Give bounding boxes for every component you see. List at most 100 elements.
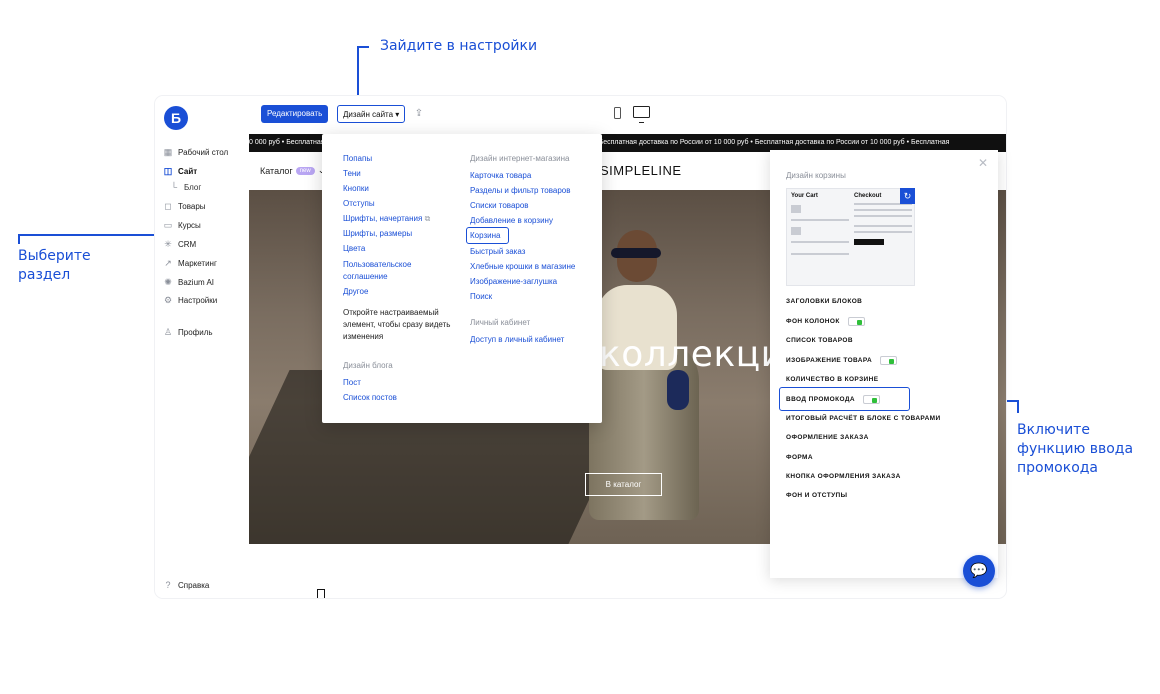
hero-model-glasses xyxy=(611,248,661,258)
sidebar-item-label: Товары xyxy=(178,201,206,211)
thumb-line xyxy=(854,215,912,217)
menu-item-label: Шрифты, начертания xyxy=(343,214,423,223)
annotation-line xyxy=(18,234,20,244)
setting-label: КОЛИЧЕСТВО В КОРЗИНЕ xyxy=(786,376,879,383)
new-badge: new xyxy=(295,166,315,175)
setting-label: СПИСОК ТОВАРОВ xyxy=(786,337,853,344)
menu-item-sections-filter[interactable]: Разделы и фильтр товаров xyxy=(470,186,570,196)
account-heading: Личный кабинет xyxy=(470,318,531,327)
menu-item-other[interactable]: Другое xyxy=(343,287,368,297)
sidebar-item-label: Рабочий стол xyxy=(178,147,229,157)
setting-label: ЗАГОЛОВКИ БЛОКОВ xyxy=(786,298,863,305)
sidebar: Б ▦ Рабочий стол ◫ Сайт └ Блог ◻ Товары … xyxy=(155,96,249,598)
sidebar-item-help[interactable]: ? Справка xyxy=(163,580,209,590)
toggle-switch[interactable] xyxy=(880,356,898,365)
menu-item-margins[interactable]: Отступы xyxy=(343,199,375,209)
close-icon[interactable]: ✕ xyxy=(978,156,988,170)
logo[interactable]: Б xyxy=(164,106,188,130)
setting-background-spacing[interactable]: ФОН И ОТСТУПЫ xyxy=(786,492,847,499)
setting-label: ФОРМА xyxy=(786,454,813,461)
setting-checkout-button[interactable]: КНОПКА ОФОРМЛЕНИЯ ЗАКАЗА xyxy=(786,473,901,480)
setting-product-image[interactable]: ИЗОБРАЖЕНИЕ ТОВАРА xyxy=(786,356,898,365)
sidebar-item-marketing[interactable]: ↗ Маркетинг xyxy=(163,258,217,268)
menu-item-breadcrumbs[interactable]: Хлебные крошки в магазине xyxy=(470,262,575,272)
catalog-label: Каталог xyxy=(260,165,293,176)
setting-checkout[interactable]: ОФОРМЛЕНИЕ ЗАКАЗА xyxy=(786,434,869,441)
menu-item-quick-order[interactable]: Быстрый заказ xyxy=(470,247,525,257)
layout-icon: ◫ xyxy=(163,166,173,176)
menu-item-font-styles[interactable]: Шрифты, начертания ⧉ xyxy=(343,214,430,224)
setting-cart-quantity[interactable]: КОЛИЧЕСТВО В КОРЗИНЕ xyxy=(786,376,878,383)
gear-icon: ⚙ xyxy=(163,295,173,305)
chat-icon: 💬 xyxy=(970,562,988,578)
menu-item-placeholder-image[interactable]: Изображение-заглушка xyxy=(470,277,557,287)
thumb-button xyxy=(854,239,884,245)
site-design-dropdown[interactable]: Дизайн сайта ▾ xyxy=(337,105,406,123)
site-design-menu: Попапы Тени Кнопки Отступы Шрифты, начер… xyxy=(322,134,602,423)
catalog-menu[interactable]: Каталог new ⌄ xyxy=(260,165,325,176)
sidebar-item-settings[interactable]: ⚙ Настройки xyxy=(163,295,217,305)
thumb-line xyxy=(791,253,849,255)
bag-icon: ◻ xyxy=(164,201,172,211)
sparkle-icon: ✺ xyxy=(164,277,172,287)
edit-button[interactable]: Редактировать xyxy=(261,105,329,123)
catalog-button[interactable]: В каталог xyxy=(585,473,662,496)
menu-item-colors[interactable]: Цвета xyxy=(343,244,365,254)
menu-hint: Откройте настраиваемый элемент, чтобы ср… xyxy=(343,308,451,341)
setting-block-headings[interactable]: ЗАГОЛОВКИ БЛОКОВ xyxy=(786,298,862,305)
menu-item-popups[interactable]: Попапы xyxy=(343,154,372,164)
cart-preview-thumbnail: Your Cart Checkout xyxy=(786,188,915,286)
sidebar-item-site[interactable]: ◫ Сайт xyxy=(163,166,197,176)
menu-item-add-to-cart[interactable]: Добавление в корзину xyxy=(470,216,553,226)
setting-product-list[interactable]: СПИСОК ТОВАРОВ xyxy=(786,337,853,344)
chat-button[interactable]: 💬 xyxy=(963,555,995,587)
menu-item-post[interactable]: Пост xyxy=(343,378,361,388)
menu-item-account-access[interactable]: Доступ в личный кабинет xyxy=(470,335,564,345)
share-icon[interactable]: ⇪ xyxy=(409,105,429,123)
sidebar-item-products[interactable]: ◻ Товары xyxy=(163,201,206,211)
cart-design-panel: ✕ Дизайн корзины Your Cart Checkout ↻ ЗА… xyxy=(770,150,998,578)
refresh-icon[interactable]: ↻ xyxy=(900,188,915,204)
network-icon: ✳ xyxy=(164,239,172,249)
book-icon: ▭ xyxy=(163,220,173,230)
thumb-product-image xyxy=(791,205,801,213)
sidebar-item-label: Блог xyxy=(184,182,202,192)
shop-design-heading: Дизайн интернет-магазина xyxy=(470,154,570,163)
thumb-product-image xyxy=(791,227,801,235)
setting-column-background[interactable]: ФОН КОЛОНОК xyxy=(786,317,865,326)
sidebar-item-profile[interactable]: ♙ Профиль xyxy=(163,327,213,337)
menu-item-buttons[interactable]: Кнопки xyxy=(343,184,369,194)
menu-item-post-list[interactable]: Список постов xyxy=(343,393,397,403)
mobile-view-icon[interactable] xyxy=(614,107,621,119)
sidebar-item-bazium-ai[interactable]: ✺ Bazium AI xyxy=(163,277,214,287)
external-link-icon: ⧉ xyxy=(424,214,431,223)
menu-item-shadows[interactable]: Тени xyxy=(343,169,361,179)
setting-total-calculation[interactable]: ИТОГОВЫЙ РАСЧЁТ В БЛОКЕ С ТОВАРАМИ xyxy=(786,415,941,422)
menu-item-font-sizes[interactable]: Шрифты, размеры xyxy=(343,229,412,239)
sidebar-item-label: CRM xyxy=(178,239,197,249)
menu-item-product-lists[interactable]: Списки товаров xyxy=(470,201,529,211)
setting-label: КНОПКА ОФОРМЛЕНИЯ ЗАКАЗА xyxy=(786,473,901,480)
chart-icon: ↗ xyxy=(164,258,172,268)
sidebar-item-dashboard[interactable]: ▦ Рабочий стол xyxy=(163,147,228,157)
toggle-switch[interactable] xyxy=(847,317,865,326)
sidebar-item-blog[interactable]: └ Блог xyxy=(169,182,202,192)
sidebar-item-label: Bazium AI xyxy=(178,277,215,287)
help-icon: ? xyxy=(165,580,171,590)
cart-selection-highlight xyxy=(466,227,509,244)
sidebar-item-crm[interactable]: ✳ CRM xyxy=(163,239,196,249)
sidebar-item-label: Курсы xyxy=(178,220,201,230)
sidebar-item-courses[interactable]: ▭ Курсы xyxy=(163,220,201,230)
thumb-checkout-title: Checkout xyxy=(854,193,882,199)
menu-item-user-agreement[interactable]: Пользовательское соглашение xyxy=(343,259,433,283)
section-heading-fragment xyxy=(317,589,325,598)
toolbar: Редактировать Дизайн сайта ▾ ⇪ xyxy=(249,96,1006,134)
sidebar-item-label: Маркетинг xyxy=(178,258,217,268)
menu-item-search[interactable]: Поиск xyxy=(470,292,492,302)
desktop-view-icon[interactable] xyxy=(633,106,650,123)
menu-item-product-card[interactable]: Карточка товара xyxy=(470,171,531,181)
setting-form[interactable]: ФОРМА xyxy=(786,454,813,461)
thumb-line xyxy=(854,209,912,211)
sidebar-item-label: Профиль xyxy=(178,327,213,337)
annotation-select-section: Выберите раздел xyxy=(18,248,91,283)
